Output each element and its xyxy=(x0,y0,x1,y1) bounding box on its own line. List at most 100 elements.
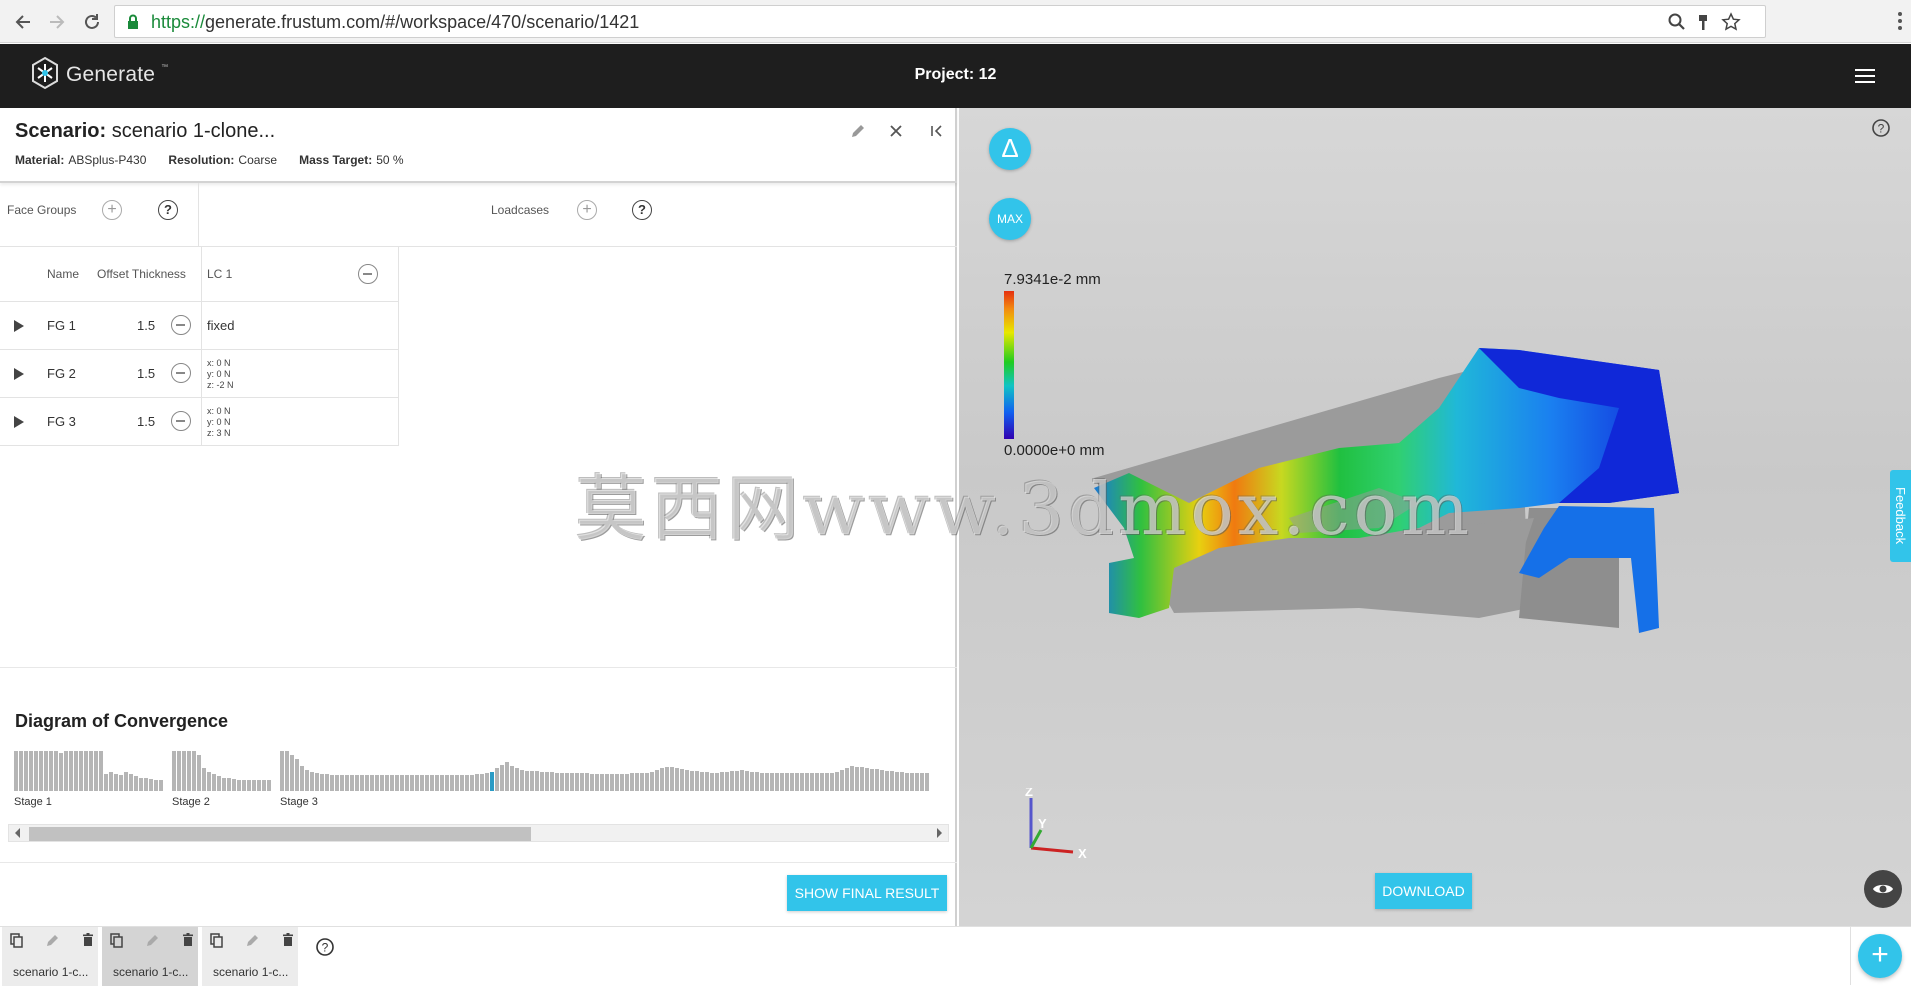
convergence-bar[interactable] xyxy=(770,773,774,791)
convergence-bar[interactable] xyxy=(49,751,53,791)
convergence-bar[interactable] xyxy=(840,770,844,791)
convergence-bar[interactable] xyxy=(149,779,153,791)
convergence-bar[interactable] xyxy=(197,755,201,791)
convergence-bar[interactable] xyxy=(84,751,88,791)
convergence-bar[interactable] xyxy=(475,774,479,791)
convergence-bar[interactable] xyxy=(820,773,824,791)
convergence-bar[interactable] xyxy=(19,751,23,791)
add-loadcase-button[interactable]: + xyxy=(577,200,597,220)
convergence-bar[interactable] xyxy=(450,775,454,791)
convergence-bar[interactable] xyxy=(545,772,549,791)
convergence-bar[interactable] xyxy=(910,773,914,791)
convergence-bar[interactable] xyxy=(435,775,439,791)
convergence-bar[interactable] xyxy=(860,767,864,791)
convergence-bar[interactable] xyxy=(177,751,181,791)
remove-face-group-button[interactable] xyxy=(171,363,191,383)
convergence-bar[interactable] xyxy=(465,775,469,791)
convergence-bar[interactable] xyxy=(750,772,754,791)
convergence-bar[interactable] xyxy=(29,751,33,791)
edit-icon[interactable] xyxy=(847,120,869,142)
scenario-tab[interactable]: scenario 1-c... xyxy=(102,927,199,986)
convergence-bar[interactable] xyxy=(335,775,339,791)
convergence-bar[interactable] xyxy=(560,773,564,791)
convergence-bar[interactable] xyxy=(89,751,93,791)
convergence-bar[interactable] xyxy=(430,775,434,791)
convergence-bar[interactable] xyxy=(119,775,123,791)
convergence-bar[interactable] xyxy=(134,776,138,791)
convergence-bar[interactable] xyxy=(320,774,324,791)
offset-thickness-value[interactable]: 1.5 xyxy=(137,318,155,333)
convergence-bar[interactable] xyxy=(355,775,359,791)
convergence-bar[interactable] xyxy=(405,775,409,791)
convergence-bar[interactable] xyxy=(420,775,424,791)
table-row[interactable]: FG 2 1.5 x: 0 Ny: 0 Nz: -2 N xyxy=(0,350,399,398)
convergence-bar[interactable] xyxy=(600,774,604,791)
table-row[interactable]: FG 3 1.5 x: 0 Ny: 0 Nz: 3 N xyxy=(0,398,399,446)
download-button[interactable]: DOWNLOAD xyxy=(1375,873,1472,909)
loadcases-help-icon[interactable]: ? xyxy=(632,200,652,220)
convergence-bar[interactable] xyxy=(665,767,669,791)
convergence-bar[interactable] xyxy=(510,766,514,791)
convergence-bar[interactable] xyxy=(340,775,344,791)
convergence-bar[interactable] xyxy=(440,775,444,791)
convergence-bar[interactable] xyxy=(595,774,599,791)
menu-icon[interactable] xyxy=(1855,68,1875,89)
convergence-bar[interactable] xyxy=(725,772,729,791)
convergence-bar[interactable] xyxy=(182,751,186,791)
convergence-bar[interactable] xyxy=(187,751,191,791)
convergence-bar[interactable] xyxy=(650,772,654,791)
convergence-bar[interactable] xyxy=(755,772,759,791)
convergence-bar[interactable] xyxy=(310,772,314,791)
play-icon[interactable] xyxy=(14,320,24,332)
add-face-group-button[interactable]: + xyxy=(102,200,122,220)
convergence-bar[interactable] xyxy=(885,771,889,791)
convergence-bar[interactable] xyxy=(59,753,63,791)
convergence-bar[interactable] xyxy=(680,769,684,791)
convergence-bar[interactable] xyxy=(660,768,664,791)
convergence-bar[interactable] xyxy=(290,755,294,791)
convergence-bar[interactable] xyxy=(635,773,639,791)
copy-icon[interactable] xyxy=(210,933,224,954)
convergence-bar[interactable] xyxy=(830,773,834,791)
convergence-bar[interactable] xyxy=(485,773,489,791)
convergence-bar[interactable] xyxy=(790,773,794,791)
convergence-bar[interactable] xyxy=(252,780,256,791)
convergence-bar[interactable] xyxy=(535,771,539,791)
convergence-bar[interactable] xyxy=(625,774,629,791)
convergence-bar[interactable] xyxy=(247,780,251,791)
play-icon[interactable] xyxy=(14,368,24,380)
convergence-bar[interactable] xyxy=(925,773,929,791)
convergence-bar[interactable] xyxy=(670,767,674,791)
close-icon[interactable] xyxy=(885,120,907,142)
convergence-bar[interactable] xyxy=(530,771,534,791)
convergence-bar[interactable] xyxy=(870,769,874,791)
convergence-bar[interactable] xyxy=(79,751,83,791)
convergence-bar[interactable] xyxy=(99,751,103,791)
convergence-bar[interactable] xyxy=(900,772,904,791)
convergence-bar[interactable] xyxy=(730,771,734,791)
convergence-bar[interactable] xyxy=(550,772,554,791)
loadcase-force[interactable]: x: 0 Ny: 0 Nz: -2 N xyxy=(207,358,234,391)
back-icon[interactable] xyxy=(10,9,36,35)
convergence-bar[interactable] xyxy=(415,775,419,791)
play-icon[interactable] xyxy=(14,416,24,428)
copy-icon[interactable] xyxy=(10,933,24,954)
convergence-bar[interactable] xyxy=(640,773,644,791)
scroll-right-arrow[interactable] xyxy=(937,828,942,838)
convergence-bar[interactable] xyxy=(315,773,319,791)
convergence-bar[interactable] xyxy=(590,774,594,791)
convergence-bar[interactable] xyxy=(192,751,196,791)
table-row[interactable]: FG 1 1.5 fixed xyxy=(0,302,399,350)
edit-icon[interactable] xyxy=(46,933,60,954)
convergence-bar[interactable] xyxy=(104,774,108,791)
convergence-bar[interactable] xyxy=(515,768,519,791)
delete-icon[interactable] xyxy=(182,933,194,954)
convergence-bar[interactable] xyxy=(765,773,769,791)
convergence-bar[interactable] xyxy=(785,773,789,791)
convergence-bar[interactable] xyxy=(880,770,884,791)
eye-icon[interactable] xyxy=(1864,870,1902,908)
feedback-label[interactable]: Feedback xyxy=(1893,475,1908,557)
convergence-bar[interactable] xyxy=(154,780,158,791)
convergence-bar[interactable] xyxy=(505,762,509,791)
convergence-bar[interactable] xyxy=(69,751,73,791)
